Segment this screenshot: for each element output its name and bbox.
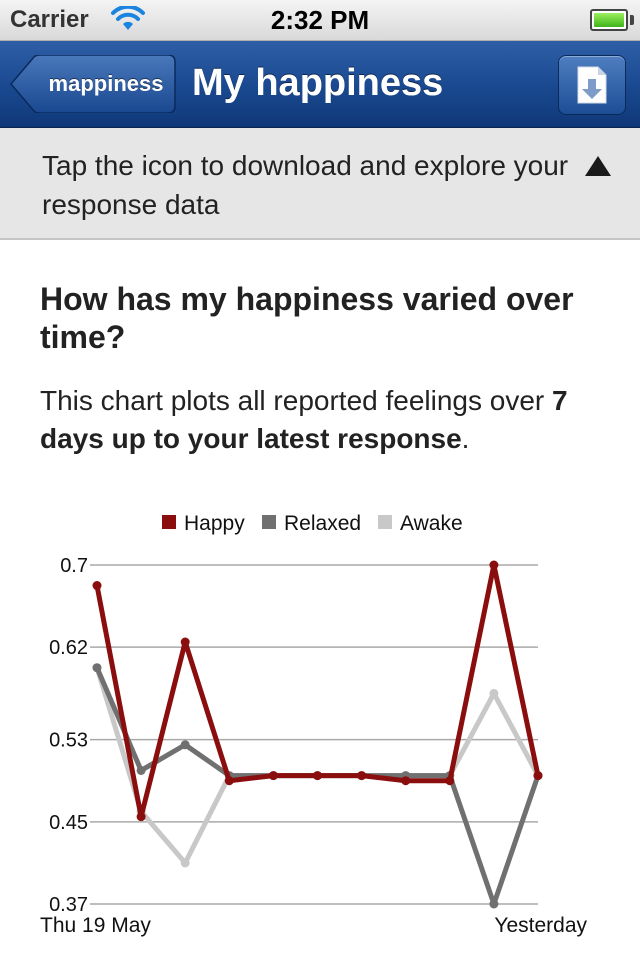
triangle-up-icon[interactable]	[584, 155, 612, 177]
data-point-happy	[92, 581, 102, 591]
legend-label-relaxed: Relaxed	[284, 512, 361, 535]
page-title: My happiness	[192, 62, 444, 104]
battery-tip	[630, 15, 634, 25]
info-banner[interactable]: Tap the icon to download and explore you…	[0, 128, 640, 240]
y-tick-label: 0.37	[49, 894, 88, 916]
feelings-line-chart: 0.7 0.62 0.53 0.45 0.37Thu 19 May Yesterday Ha…	[40, 512, 587, 937]
description-end: .	[461, 423, 470, 454]
status-bar: Carrier 2:32 PM	[0, 0, 640, 41]
data-point-happy	[533, 771, 543, 781]
legend-label-happy: Happy	[184, 512, 245, 535]
status-time: 2:32 PM	[270, 5, 370, 35]
y-tick-label: 0.45	[49, 812, 88, 834]
download-button[interactable]	[558, 55, 626, 115]
data-point-happy	[489, 560, 499, 570]
data-point-happy	[401, 776, 411, 786]
download-icon	[577, 66, 607, 104]
data-point-happy	[224, 776, 234, 786]
legend-swatch-happy	[162, 515, 176, 529]
x-tick-label-end: Yesterday	[494, 914, 587, 937]
legend-swatch-relaxed	[262, 515, 276, 529]
data-point-relaxed	[180, 740, 190, 750]
description-text: This chart plots all reported feelings o…	[40, 385, 553, 416]
y-tick-label: 0.62	[49, 637, 88, 659]
data-point-happy	[445, 776, 455, 786]
data-point-happy	[268, 771, 278, 781]
data-point-happy	[313, 771, 322, 781]
data-point-happy	[136, 812, 146, 822]
series-line-relaxed	[94, 665, 541, 907]
data-point-happy	[357, 771, 367, 781]
data-point-awake	[489, 688, 499, 698]
data-point-happy	[180, 637, 190, 647]
x-tick-label-start: Thu 19 May	[40, 914, 151, 937]
section-heading: How has my happiness varied over time?	[40, 281, 574, 355]
y-tick-label: 0.53	[49, 730, 88, 752]
back-button-label: mappiness	[48, 71, 164, 96]
y-tick-label: 0.7	[60, 555, 88, 577]
back-button[interactable]: mappiness	[10, 55, 176, 113]
data-point-relaxed	[489, 899, 499, 909]
battery-level-fill	[594, 13, 624, 27]
legend-label-awake: Awake	[400, 512, 463, 535]
navigation-bar: mappiness My happiness	[0, 41, 640, 128]
banner-text: Tap the icon to download and explore you…	[42, 150, 569, 220]
battery-icon	[590, 9, 628, 31]
data-point-relaxed	[136, 765, 146, 775]
legend-swatch-awake	[378, 515, 392, 529]
chart-description: This chart plots all reported feelings o…	[40, 382, 620, 458]
data-point-awake	[180, 858, 190, 868]
data-point-relaxed	[92, 663, 102, 673]
